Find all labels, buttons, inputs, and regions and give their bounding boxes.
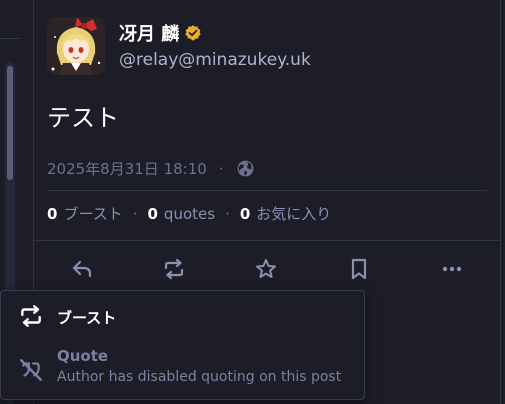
favourites-count[interactable]: 0: [240, 205, 250, 223]
scrollbar-thumb[interactable]: [7, 66, 13, 180]
stats-separator: ·: [132, 204, 138, 223]
action-bar: [34, 250, 500, 288]
favourites-label[interactable]: お気に入り: [256, 203, 331, 224]
star-icon: [256, 259, 276, 278]
avatar[interactable]: [47, 17, 105, 75]
post-timestamp[interactable]: 2025年8月31日 18:10: [47, 158, 207, 179]
boost-icon: [164, 258, 184, 280]
avatar-image: [47, 17, 105, 75]
quotes-count[interactable]: 0: [147, 205, 157, 223]
stats-divider: [34, 240, 500, 241]
more-button[interactable]: [437, 254, 467, 284]
more-horizontal-icon: [442, 266, 462, 272]
menu-item-boost[interactable]: ブースト: [1, 299, 364, 343]
menu-item-quote-label: Quote: [57, 347, 109, 365]
boosts-label[interactable]: ブースト: [63, 203, 122, 224]
quote-disabled-text: Author has disabled quoting on this post: [57, 369, 342, 385]
boosts-count[interactable]: 0: [47, 205, 57, 223]
post-content: テスト: [47, 104, 119, 132]
favourite-button[interactable]: [251, 254, 281, 284]
app-window: 冴月 麟 @relay@minazukey.uk テスト 2025年8月31日 …: [0, 0, 505, 404]
display-name[interactable]: 冴月 麟: [119, 20, 202, 46]
boost-menu: ブースト Quote Author has disabled quoting o…: [0, 290, 365, 400]
stats-separator: ·: [225, 204, 230, 223]
meta-divider: [47, 190, 487, 191]
menu-item-quote: Quote Author has disabled quoting on thi…: [1, 347, 364, 397]
menu-item-boost-label: ブースト: [57, 309, 117, 327]
boost-button[interactable]: [159, 254, 189, 284]
boost-icon: [21, 305, 41, 327]
verified-badge-icon: [185, 25, 202, 41]
post-meta: 2025年8月31日 18:10 ·: [47, 158, 255, 179]
account-handle[interactable]: @relay@minazukey.uk: [119, 50, 311, 70]
bookmark-button[interactable]: [344, 254, 374, 284]
globe-icon: [237, 160, 254, 177]
bookmark-icon: [351, 258, 367, 280]
gutter-divider: [0, 38, 20, 39]
display-name-text: 冴月 麟: [119, 24, 180, 45]
quotes-label[interactable]: quotes: [164, 205, 215, 223]
meta-separator: ·: [218, 159, 224, 178]
post-stats: 0 ブースト · 0 quotes · 0 お気に入り: [47, 203, 331, 224]
reply-icon: [72, 260, 92, 278]
reply-button[interactable]: [67, 254, 97, 284]
quote-disabled-icon: [20, 359, 42, 381]
